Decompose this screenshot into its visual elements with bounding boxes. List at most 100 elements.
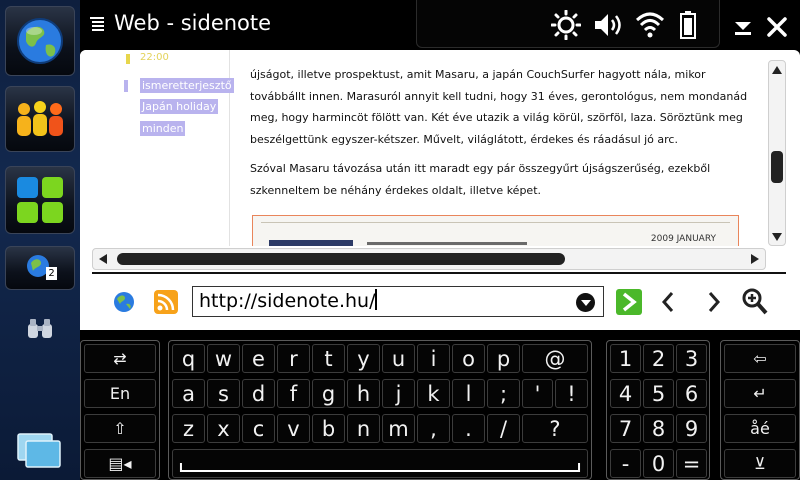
article-body: újságot, illetve prospektust, amit Masar… (250, 64, 750, 209)
task-switcher-button[interactable]: 2 (5, 246, 75, 290)
key-exclamation[interactable]: ! (555, 379, 588, 408)
key-6[interactable]: 6 (676, 379, 707, 408)
key-w[interactable]: w (207, 344, 240, 373)
key-g[interactable]: g (312, 379, 345, 408)
key-y[interactable]: y (347, 344, 380, 373)
key-space[interactable] (172, 449, 588, 478)
minimize-icon[interactable] (734, 18, 752, 36)
zoom-icon[interactable] (742, 288, 768, 316)
toolbar-divider (92, 272, 786, 274)
key-r[interactable]: r (277, 344, 310, 373)
volume-icon (595, 14, 621, 36)
search-binoculars-button[interactable] (26, 318, 54, 344)
article-paragraph: újságot, illetve prospektust, amit Masar… (250, 68, 748, 146)
key-u[interactable]: u (382, 344, 415, 373)
close-icon[interactable] (766, 16, 788, 38)
key-minus[interactable]: - (610, 449, 641, 478)
scanned-page-image[interactable]: 2009 JANUARY (252, 215, 739, 246)
key-special-chars[interactable]: åé (724, 414, 796, 443)
web-content[interactable]: 22:00 ismeretterjesztő Japán holiday min… (80, 50, 768, 246)
url-value: http://sidenote.hu/ (199, 290, 376, 312)
key-0[interactable]: 0 (643, 449, 674, 478)
text-caret (375, 289, 378, 310)
key-m[interactable]: m (382, 414, 415, 443)
back-icon[interactable] (660, 290, 676, 314)
multitask-button[interactable] (16, 432, 64, 474)
key-2[interactable]: 2 (643, 344, 674, 373)
key-x[interactable]: x (207, 414, 240, 443)
key-7[interactable]: 7 (610, 414, 641, 443)
browser-launcher-button[interactable] (5, 6, 75, 76)
key-language[interactable]: En (84, 379, 156, 408)
key-z[interactable]: z (172, 414, 205, 443)
key-n[interactable]: n (347, 414, 380, 443)
key-8[interactable]: 8 (643, 414, 674, 443)
key-apostrophe[interactable]: ' (522, 379, 553, 408)
partial-time-text: 22:00 (140, 52, 169, 63)
scroll-left-icon[interactable] (99, 254, 107, 264)
title-bar: Web - sidenote (80, 0, 800, 50)
scroll-right-icon[interactable] (751, 254, 759, 264)
key-semicolon[interactable]: ; (487, 379, 520, 408)
key-l[interactable]: l (452, 379, 485, 408)
key-o[interactable]: o (452, 344, 485, 373)
task-count: 2 (46, 267, 57, 280)
highlight-text[interactable]: minden (140, 121, 186, 136)
vertical-scroll-thumb[interactable] (771, 151, 783, 183)
key-slash[interactable]: / (487, 414, 520, 443)
key-4[interactable]: 4 (610, 379, 641, 408)
highlight-text[interactable]: Japán holiday (140, 99, 219, 114)
key-enter[interactable]: ↵ (724, 379, 796, 408)
key-shift[interactable]: ⇧ (84, 414, 156, 443)
key-p[interactable]: p (487, 344, 520, 373)
horizontal-scrollbar[interactable] (92, 248, 766, 270)
key-layout-switch[interactable]: ⇄ (84, 344, 156, 373)
go-icon[interactable] (616, 289, 642, 315)
url-history-dropdown-icon[interactable] (576, 293, 595, 312)
rss-feed-icon[interactable] (154, 290, 178, 314)
apps-launcher-button[interactable] (5, 166, 75, 234)
key-5[interactable]: 5 (643, 379, 674, 408)
vertical-scrollbar[interactable] (768, 60, 786, 246)
key-e[interactable]: e (242, 344, 275, 373)
key-comma[interactable]: , (417, 414, 450, 443)
key-b[interactable]: b (312, 414, 345, 443)
key-9[interactable]: 9 (676, 414, 707, 443)
virtual-keyboard: ⇄ En ⇧ ▤◂ q w e r t y u i o p @ a s d f … (80, 330, 800, 480)
key-v[interactable]: v (277, 414, 310, 443)
key-d[interactable]: d (242, 379, 275, 408)
key-at[interactable]: @ (522, 344, 588, 373)
key-equals[interactable]: = (676, 449, 707, 478)
key-f[interactable]: f (277, 379, 310, 408)
scroll-down-icon[interactable] (772, 233, 782, 241)
globe-icon[interactable] (112, 290, 136, 314)
key-backspace[interactable]: ⇦ (724, 344, 796, 373)
key-q[interactable]: q (172, 344, 205, 373)
window-title[interactable]: Web - sidenote (114, 11, 271, 35)
scroll-up-icon[interactable] (772, 66, 782, 74)
key-k[interactable]: k (417, 379, 450, 408)
scan-rule (261, 222, 730, 223)
key-hide-keyboard[interactable]: ⊻ (724, 449, 796, 478)
key-j[interactable]: j (382, 379, 415, 408)
key-menu[interactable]: ▤◂ (84, 449, 156, 478)
contacts-launcher-button[interactable] (5, 86, 75, 152)
horizontal-scroll-thumb[interactable] (117, 253, 565, 265)
key-a[interactable]: a (172, 379, 205, 408)
forward-icon[interactable] (706, 290, 722, 314)
key-h[interactable]: h (347, 379, 380, 408)
highlight-text[interactable]: ismeretterjesztő (140, 78, 234, 93)
key-period[interactable]: . (452, 414, 485, 443)
key-c[interactable]: c (242, 414, 275, 443)
app-menu-icon[interactable] (90, 17, 104, 31)
url-input[interactable]: http://sidenote.hu/ (192, 286, 604, 317)
key-t[interactable]: t (312, 344, 345, 373)
battery-icon (680, 11, 696, 39)
key-i[interactable]: i (417, 344, 450, 373)
brightness-icon (551, 10, 581, 40)
key-question[interactable]: ? (522, 414, 588, 443)
status-area[interactable] (416, 0, 720, 48)
key-3[interactable]: 3 (676, 344, 707, 373)
key-1[interactable]: 1 (610, 344, 641, 373)
key-s[interactable]: s (207, 379, 240, 408)
